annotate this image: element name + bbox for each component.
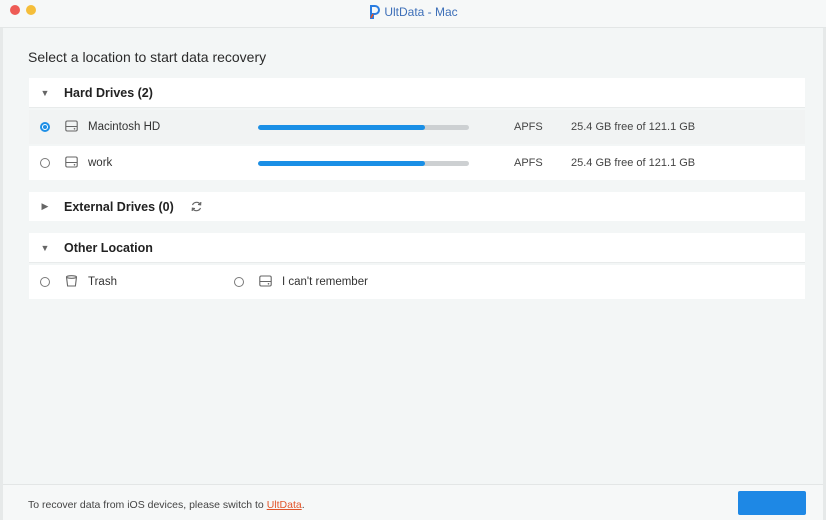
refresh-icon[interactable] xyxy=(190,200,203,213)
ultdata-logo-icon xyxy=(370,5,381,19)
drive-filesystem: APFS xyxy=(514,121,543,133)
section-external-drives-title: External Drives (0) xyxy=(64,199,174,214)
drive-usage-fill xyxy=(258,161,425,166)
trash-icon xyxy=(65,275,78,287)
drive-space: 25.4 GB free of 121.1 GB xyxy=(571,121,696,133)
other-location-row: Trash I can't remember xyxy=(29,265,805,299)
location-name-cant-remember[interactable]: I can't remember xyxy=(282,276,368,288)
section-hard-drives-title: Hard Drives (2) xyxy=(64,85,153,100)
footer: To recover data from iOS devices, please… xyxy=(3,484,823,520)
chevron-down-icon[interactable]: ▼ xyxy=(40,88,50,98)
switch-to-ultdata-link[interactable]: UltData xyxy=(267,499,302,511)
drive-radio-work[interactable] xyxy=(40,158,50,168)
footer-action-button[interactable] xyxy=(738,491,806,515)
footer-suffix: . xyxy=(301,499,305,511)
drive-name: Macintosh HD xyxy=(88,121,161,133)
location-radio-cant-remember[interactable] xyxy=(234,277,244,287)
drive-usage-bar xyxy=(258,161,469,166)
section-external-drives[interactable]: ▶ External Drives (0) xyxy=(29,192,805,221)
divider xyxy=(29,262,805,263)
drive-usage-fill xyxy=(258,125,425,130)
page-heading: Select a location to start data recovery xyxy=(28,49,267,65)
drive-icon xyxy=(259,275,272,287)
section-other-location[interactable]: ▼ Other Location xyxy=(29,233,805,262)
hard-drive-icon xyxy=(65,156,78,168)
drive-usage-bar xyxy=(258,125,469,130)
footer-text: To recover data from iOS devices, please… xyxy=(28,499,305,511)
hard-drive-icon xyxy=(65,120,78,132)
window-title-text: UltData - Mac xyxy=(384,5,458,19)
chevron-right-icon[interactable]: ▶ xyxy=(40,201,50,212)
section-other-location-title: Other Location xyxy=(64,240,153,255)
location-name-trash[interactable]: Trash xyxy=(88,276,117,288)
drive-row-macintosh-hd[interactable]: Macintosh HD APFS 25.4 GB free of 121.1 … xyxy=(29,110,805,144)
drive-row-work[interactable]: work APFS 25.4 GB free of 121.1 GB xyxy=(29,146,805,180)
divider xyxy=(29,107,805,108)
drive-space: 25.4 GB free of 121.1 GB xyxy=(571,157,696,169)
footer-message: To recover data from iOS devices, please… xyxy=(28,499,267,511)
chevron-down-icon[interactable]: ▼ xyxy=(40,243,50,253)
title-bar: UltData - Mac xyxy=(0,0,826,28)
main-content: Select a location to start data recovery… xyxy=(3,29,823,484)
drive-name: work xyxy=(88,157,113,169)
window-title: UltData - Mac xyxy=(0,5,826,19)
drive-radio-macintosh-hd[interactable] xyxy=(40,122,50,132)
location-radio-trash[interactable] xyxy=(40,277,50,287)
section-hard-drives[interactable]: ▼ Hard Drives (2) xyxy=(29,78,805,107)
drive-filesystem: APFS xyxy=(514,157,543,169)
